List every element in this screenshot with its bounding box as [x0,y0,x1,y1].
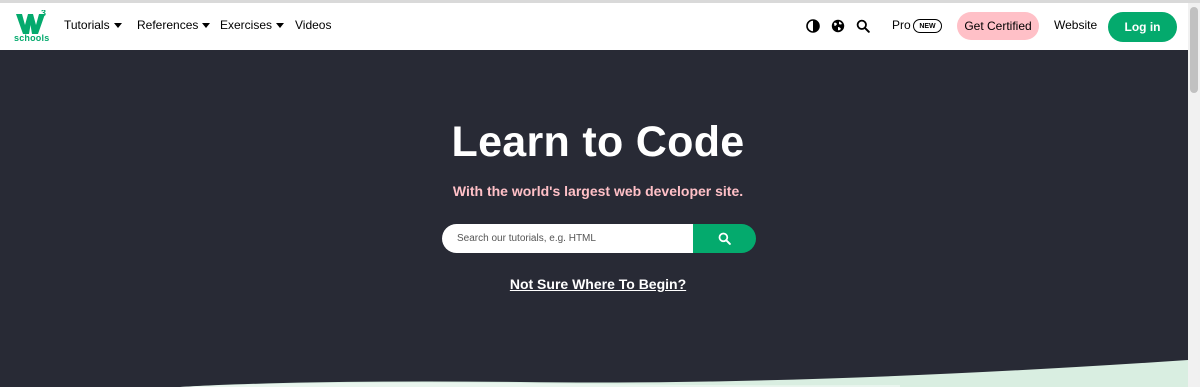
top-navbar: 3 schools Tutorials References Exercises… [0,3,1188,50]
caret-down-icon [276,22,285,28]
tutorial-search-input[interactable] [442,224,694,253]
svg-text:3: 3 [41,10,46,18]
not-sure-where-to-begin-link[interactable]: Not Sure Where To Begin? [0,276,1196,292]
caret-down-icon [202,22,211,28]
nav-tutorials-label: Tutorials [64,18,110,32]
search-submit-button[interactable] [693,224,756,253]
vertical-scrollbar[interactable] [1188,3,1200,387]
contrast-icon[interactable] [806,19,820,33]
nav-references[interactable]: References [137,18,211,32]
caret-down-icon [113,22,122,28]
nav-exercises[interactable]: Exercises [220,18,285,32]
search-icon [718,232,731,245]
page: 3 schools Tutorials References Exercises… [0,0,1200,387]
bottom-wave-decoration [180,360,1188,387]
search-icon[interactable] [856,19,870,33]
hero-title: Learn to Code [451,118,745,166]
nav-tutorials[interactable]: Tutorials [64,18,122,32]
pro-link[interactable]: Pro [892,18,911,32]
get-certified-button[interactable]: Get Certified [957,12,1039,40]
nav-references-label: References [137,18,199,32]
nav-videos[interactable]: Videos [295,18,331,32]
logo-text: schools [14,33,50,43]
scrollbar-thumb[interactable] [1190,7,1198,93]
new-badge: NEW [913,19,942,33]
website-link[interactable]: Website [1054,18,1097,32]
globe-icon[interactable] [831,19,845,33]
nav-videos-label: Videos [295,18,332,32]
nav-exercises-label: Exercises [220,18,273,32]
hero-subtitle: With the world's largest web developer s… [452,183,744,199]
login-button[interactable]: Log in [1108,12,1177,42]
